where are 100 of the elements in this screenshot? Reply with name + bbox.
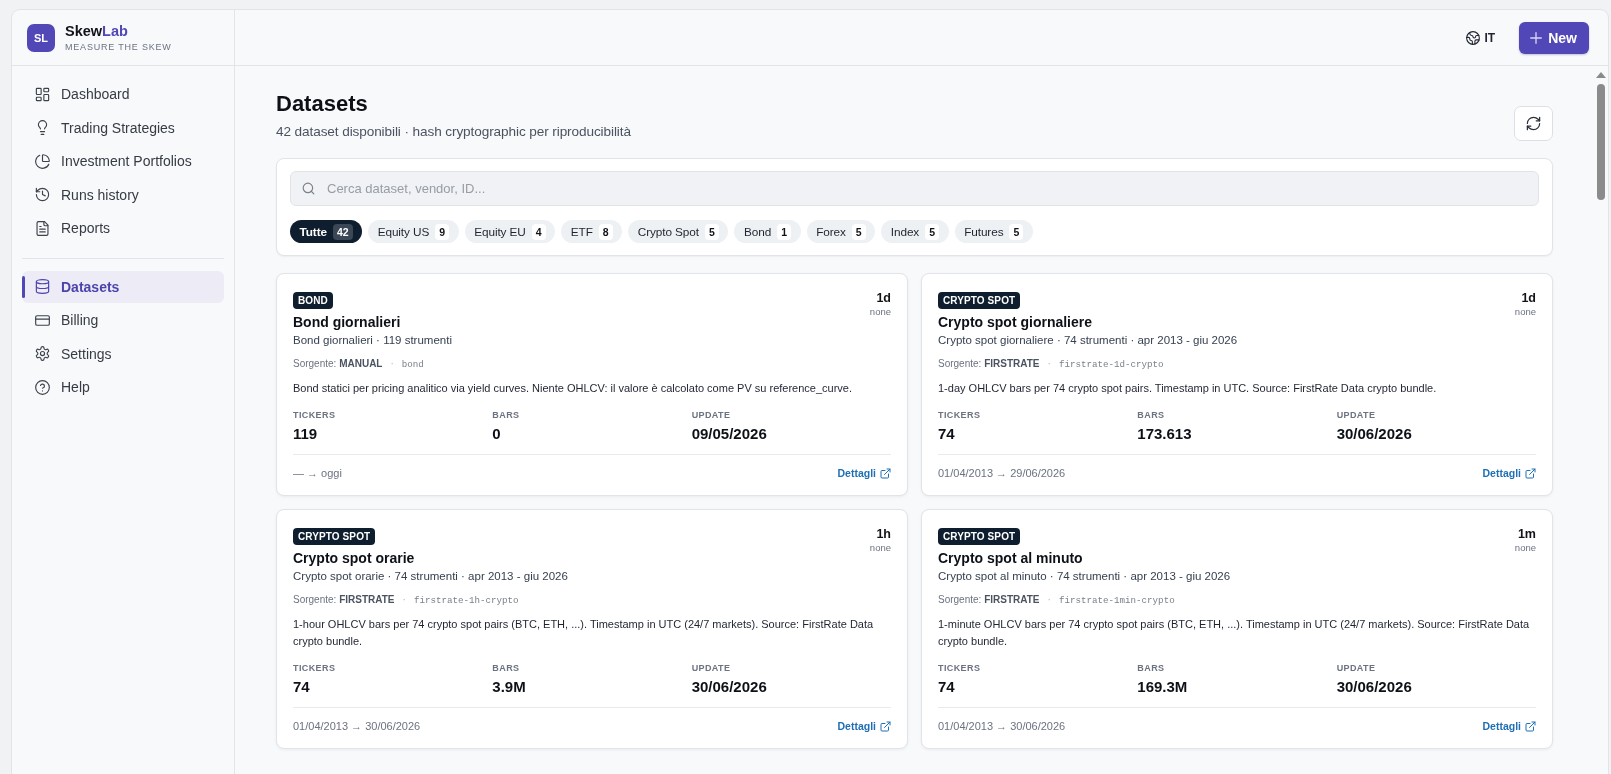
category-badge: CRYPTO SPOT <box>938 528 1021 545</box>
external-link-icon <box>1525 467 1536 479</box>
search-icon <box>302 182 315 195</box>
stat-label: UPDATE <box>691 409 731 421</box>
nav-item[interactable]: Reports <box>22 212 224 244</box>
scrollbar-thumb[interactable] <box>1596 84 1605 200</box>
stat-label: TICKERS <box>293 409 336 421</box>
nav-item[interactable]: Settings <box>22 337 224 370</box>
chip-count: 9 <box>435 223 450 240</box>
dataset-title: Crypto spot orarie <box>293 549 416 568</box>
grid-icon <box>35 86 50 102</box>
stat-value: 3.9M <box>492 678 526 696</box>
database-icon <box>35 279 50 294</box>
filter-chip[interactable]: Equity EU 4 <box>464 220 556 243</box>
stat-value: 169.3M <box>1137 678 1188 696</box>
frequency-label: 1d <box>1521 291 1536 305</box>
chip-count: 4 <box>531 223 546 240</box>
filter-chip[interactable]: Equity US 9 <box>368 220 459 243</box>
page-subtitle: 42 dataset disponibili · hash cryptographic per riproducibilità <box>276 123 631 141</box>
date-range: 01/04/2013 → 29/06/2026 <box>938 466 1066 481</box>
stat-label: TICKERS <box>938 662 981 674</box>
separator-dot: · <box>1047 593 1051 607</box>
globe-icon <box>1465 30 1480 45</box>
dataset-id: firstrate-1min-crypto <box>1058 594 1175 608</box>
separator-dot: · <box>1047 357 1051 371</box>
chip-count: 42 <box>332 223 353 240</box>
filter-chip[interactable]: ETF 8 <box>561 220 623 243</box>
dataset-title: Bond giornalieri <box>293 313 402 332</box>
external-link-icon <box>1525 720 1536 732</box>
stat-value: 74 <box>293 678 310 696</box>
chip-count: 8 <box>598 223 613 240</box>
nav-item[interactable]: Trading Strategies <box>22 111 224 144</box>
filter-chip[interactable]: Bond 1 <box>734 220 801 243</box>
source-label: Sorgente: FIRSTRATE <box>938 357 1040 371</box>
nav-item[interactable]: Help <box>22 371 224 403</box>
dataset-title: Crypto spot giornaliere <box>938 313 1094 332</box>
nav-item[interactable]: Investment Portfolios <box>22 145 224 177</box>
nav-item[interactable]: Dashboard <box>22 78 224 110</box>
nav-item[interactable]: Runs history <box>22 178 224 211</box>
dataset-description: 1-minute OHLCV bars per 74 crypto spot pairs (BTC, ETH, ...). Timestamp in UTC (24/7 markets). Source: FirstRate Data crypto bundle. <box>938 617 1530 649</box>
dataset-summary: Crypto spot giornaliere · 74 strumenti · apr 2013 - giu 2026 <box>938 333 1238 348</box>
chip-count: 5 <box>1009 223 1024 240</box>
dataset-description: Bond statici per pricing analitico via yield curves. Niente OHLCV: il valore è calcolato come PV su reference_curve. <box>293 381 854 396</box>
document-icon <box>35 220 50 236</box>
details-link[interactable]: Dettagli <box>1482 465 1536 481</box>
stat-label: BARS <box>1137 409 1165 421</box>
brand-tagline: MEASURE THE SKEW <box>65 42 172 53</box>
stat-value: 0 <box>492 425 501 443</box>
filter-chip[interactable]: Futures 5 <box>954 220 1033 243</box>
stat-label: BARS <box>492 662 520 674</box>
filter-chip[interactable]: Crypto Spot 5 <box>628 220 729 243</box>
stat-value: 30/06/2026 <box>1336 678 1412 696</box>
frequency-label: 1d <box>876 291 891 305</box>
stat-label: UPDATE <box>691 662 731 674</box>
dataset-title: Crypto spot al minuto <box>938 549 1084 568</box>
filter-chip[interactable]: Index 5 <box>881 220 949 243</box>
details-link[interactable]: Dettagli <box>837 718 891 734</box>
adjustment-label: none <box>869 306 891 318</box>
external-link-icon <box>880 720 891 732</box>
settings-icon <box>35 346 50 361</box>
stat-label: UPDATE <box>1336 662 1376 674</box>
category-badge: CRYPTO SPOT <box>293 528 376 545</box>
external-link-icon <box>880 467 891 479</box>
adjustment-label: none <box>869 542 891 554</box>
dataset-summary: Crypto spot al minuto · 74 strumenti · apr 2013 - giu 2026 <box>938 569 1231 584</box>
page-title: Datasets <box>276 90 369 118</box>
nav-item[interactable]: Billing <box>22 304 224 336</box>
nav-item[interactable]: Datasets <box>22 270 224 303</box>
stat-label: TICKERS <box>293 662 336 674</box>
separator-dot: · <box>390 357 394 371</box>
dataset-summary: Crypto spot orarie · 74 strumenti · apr 2013 - giu 2026 <box>293 569 568 584</box>
chip-count: 5 <box>851 223 866 240</box>
refresh-button[interactable] <box>1514 106 1553 141</box>
new-button[interactable]: New <box>1519 21 1589 54</box>
stat-value: 74 <box>938 425 955 443</box>
stat-label: BARS <box>1137 662 1165 674</box>
stat-value: 09/05/2026 <box>691 425 767 443</box>
search-field[interactable]: Cerca dataset, vendor, ID... <box>290 171 1539 206</box>
help-icon <box>35 379 50 395</box>
filter-chip[interactable]: Tutte 42 <box>290 220 363 243</box>
plus-icon <box>1530 31 1543 44</box>
source-label: Sorgente: MANUAL <box>293 357 383 371</box>
filter-chip[interactable]: Forex 5 <box>806 220 876 243</box>
dataset-description: 1-day OHLCV bars per 74 crypto spot pairs. Timestamp in UTC. Source: FirstRate Data crypto bundle. <box>938 381 1438 396</box>
stat-value: 173.613 <box>1137 425 1192 443</box>
separator-dot: · <box>402 593 406 607</box>
language-button[interactable]: IT <box>1465 30 1496 45</box>
dataset-id: firstrate-1h-crypto <box>413 594 519 608</box>
scroll-up-icon[interactable] <box>1595 72 1606 78</box>
adjustment-label: none <box>1514 542 1536 554</box>
details-link[interactable]: Dettagli <box>837 465 891 481</box>
chip-count: 5 <box>925 223 940 240</box>
adjustment-label: none <box>1514 306 1536 318</box>
frequency-label: 1m <box>1517 527 1536 541</box>
chip-count: 1 <box>777 223 792 240</box>
brand-name: SkewLab <box>65 23 129 40</box>
details-link[interactable]: Dettagli <box>1482 718 1536 734</box>
chip-count: 5 <box>704 223 719 240</box>
frequency-label: 1h <box>876 527 891 541</box>
date-range: 01/04/2013 → 30/06/2026 <box>293 719 421 734</box>
